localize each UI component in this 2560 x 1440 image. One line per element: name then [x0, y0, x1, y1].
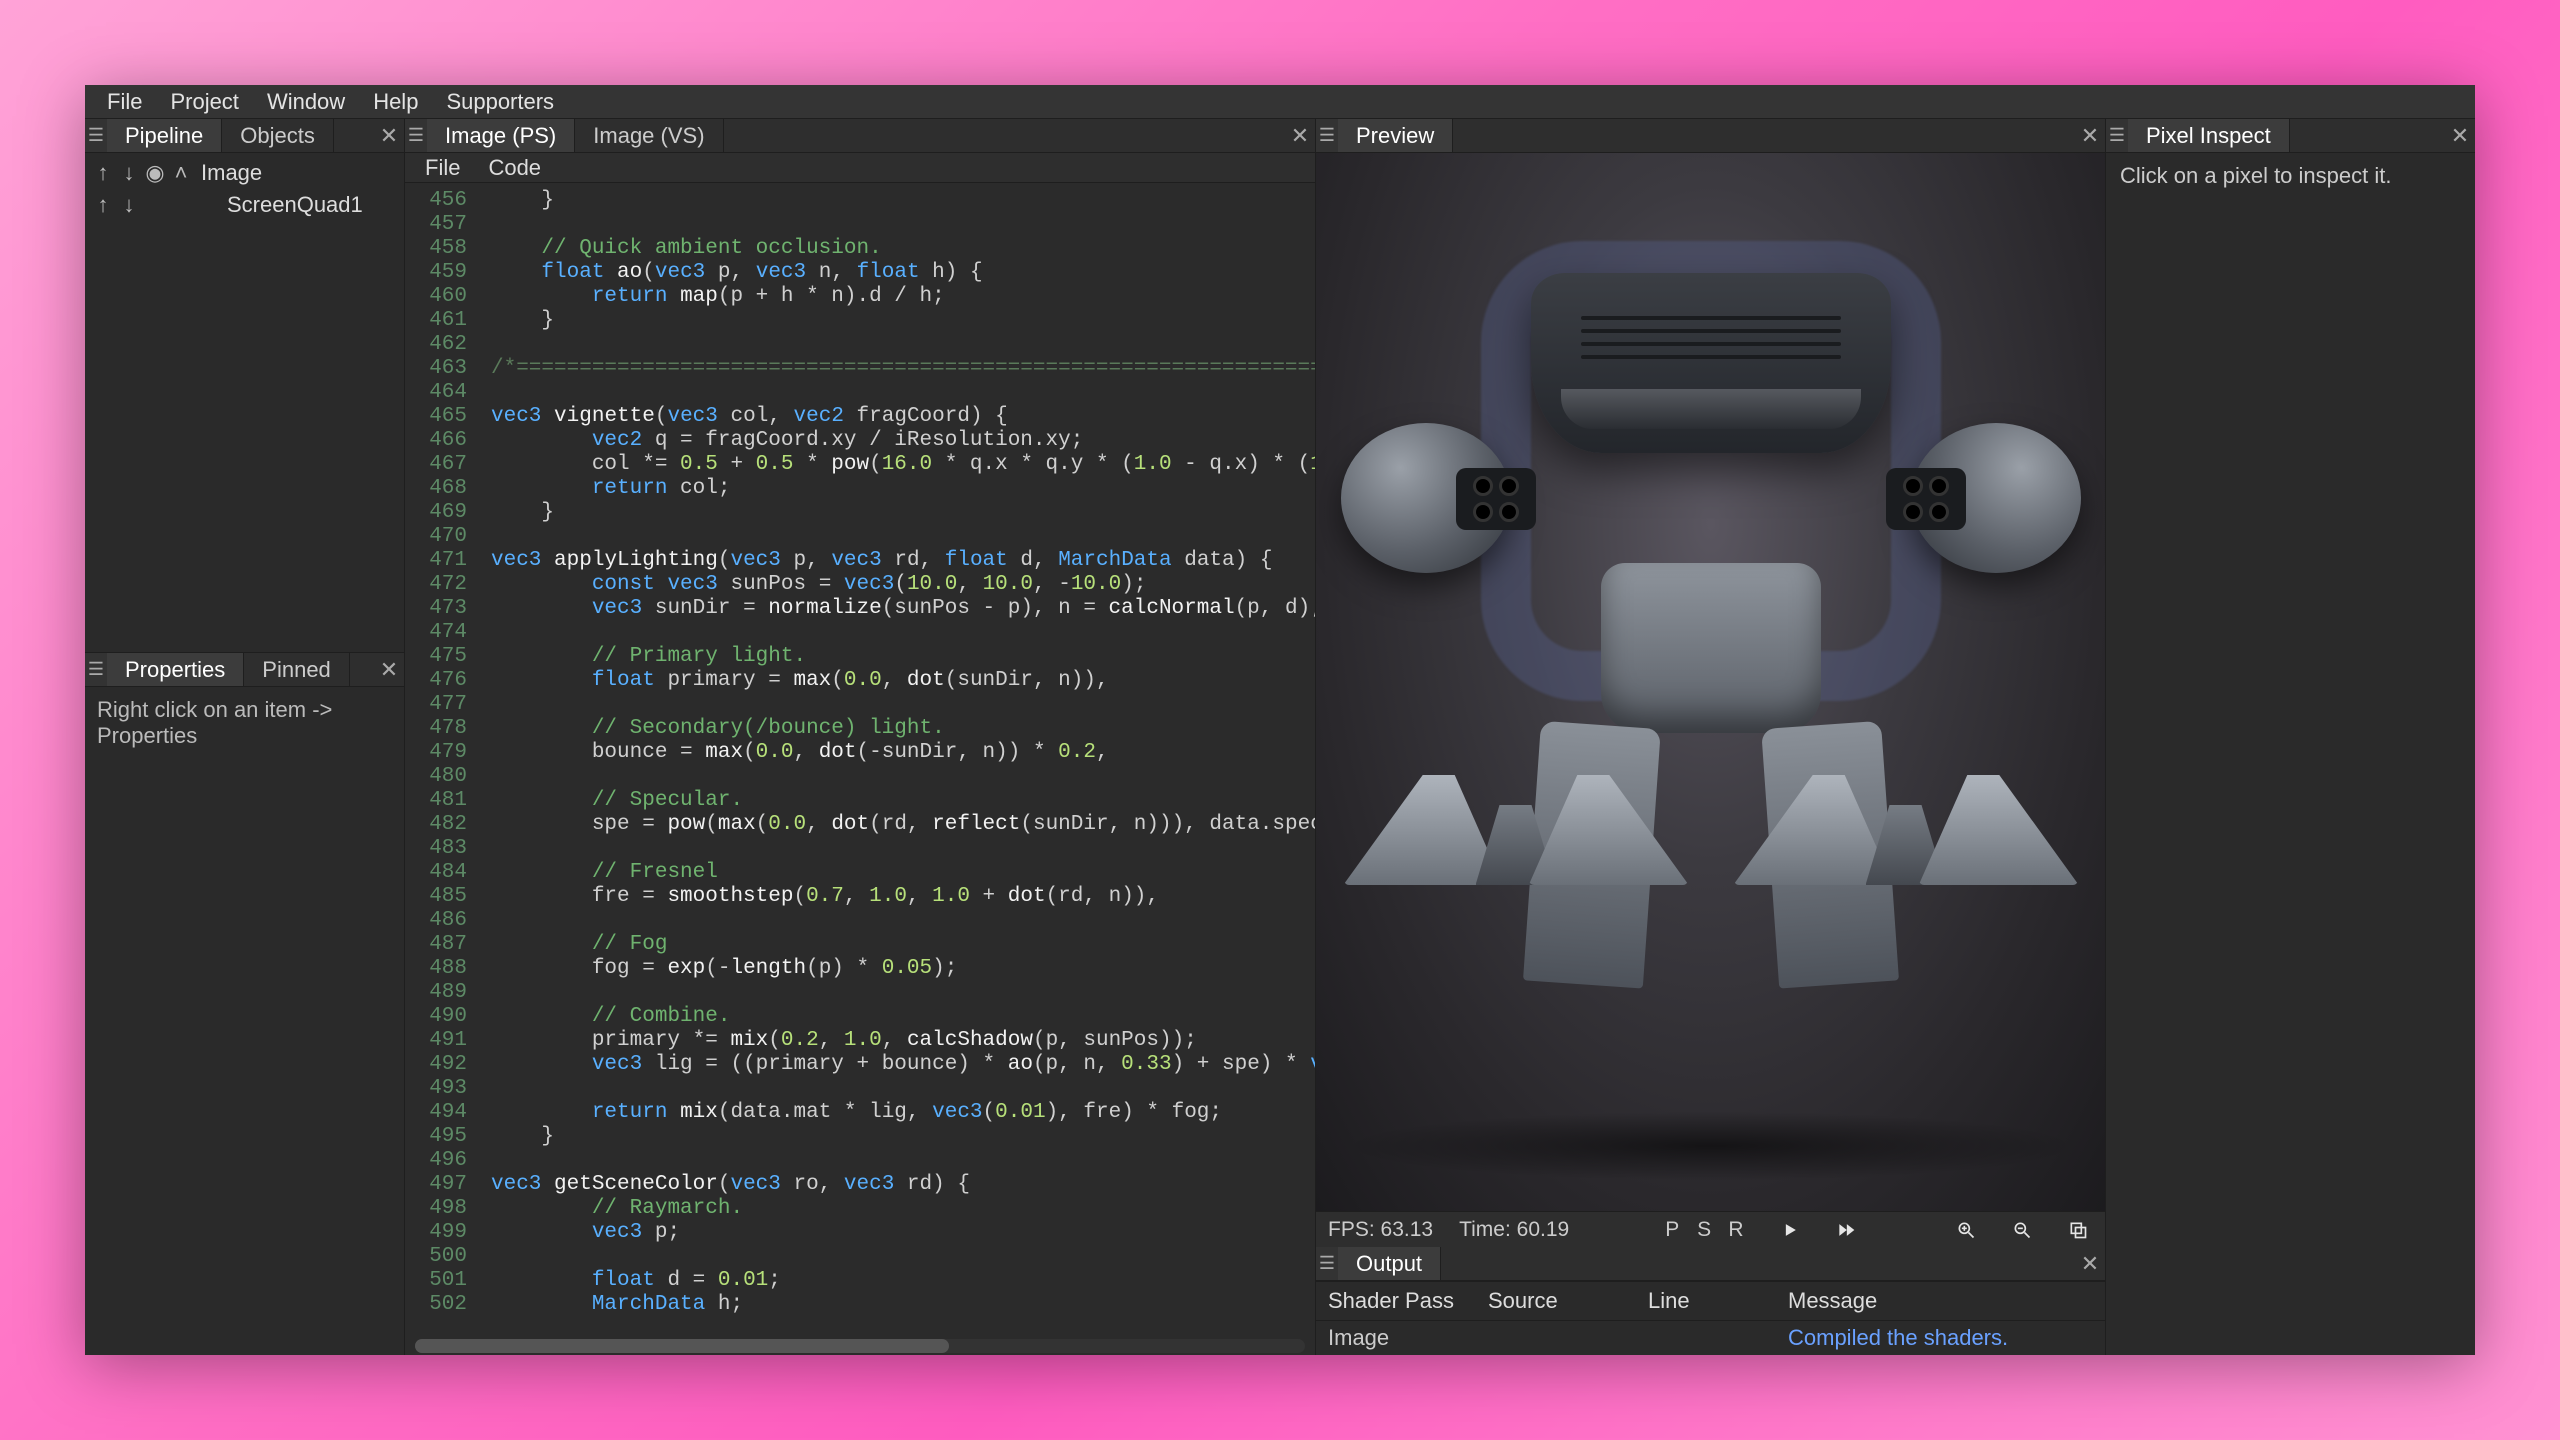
time-readout: Time: 60.19	[1459, 1218, 1569, 1242]
scrollbar-thumb[interactable]	[415, 1339, 949, 1353]
collapse-icon[interactable]: ˄	[171, 160, 191, 186]
right-column: ☰ Preview ✕	[1315, 119, 2105, 1355]
arrow-down-icon[interactable]: ↓	[119, 192, 139, 218]
eye-icon[interactable]: ◉	[145, 160, 165, 186]
dock-handle-icon[interactable]: ☰	[1316, 1247, 1338, 1280]
tab-pixel-inspect[interactable]: Pixel Inspect	[2128, 119, 2290, 152]
cell-source	[1488, 1325, 1648, 1351]
preview-panel: FPS: 63.13 Time: 60.19 P S R	[1316, 153, 2105, 1247]
editor-menu-code[interactable]: Code	[474, 152, 555, 184]
robot-render	[1341, 273, 2081, 885]
col-shader-pass[interactable]: Shader Pass	[1328, 1288, 1488, 1314]
tree-row-screenquad[interactable]: ↑ ↓ ◉ ˄ ScreenQuad1	[85, 189, 404, 221]
tree-row-image[interactable]: ↑ ↓ ◉ ˄ Image	[85, 157, 404, 189]
output-columns: Shader Pass Source Line Message	[1316, 1282, 2105, 1321]
arrow-up-icon[interactable]: ↑	[93, 160, 113, 186]
fps-value: 63.13	[1381, 1218, 1434, 1241]
tab-image-vs[interactable]: Image (VS)	[575, 119, 723, 152]
output-row[interactable]: Image Compiled the shaders.	[1316, 1321, 2105, 1355]
pixel-inspect-panel: Click on a pixel to inspect it.	[2106, 153, 2475, 1355]
preview-status-bar: FPS: 63.13 Time: 60.19 P S R	[1316, 1211, 2105, 1247]
editor-tabs: ☰ Image (PS) Image (VS) ✕	[405, 119, 1315, 153]
fast-forward-icon[interactable]	[1831, 1215, 1861, 1245]
close-icon[interactable]: ✕	[2075, 119, 2105, 152]
editor-column: ☰ Image (PS) Image (VS) ✕ File Code 456 …	[405, 119, 1315, 1355]
cell-line	[1648, 1325, 1788, 1351]
dock-handle-icon[interactable]: ☰	[85, 119, 107, 152]
arrow-down-icon[interactable]: ↓	[119, 160, 139, 186]
tree-label-screenquad: ScreenQuad1	[197, 192, 363, 218]
tab-preview[interactable]: Preview	[1338, 119, 1453, 152]
tree-label-image: Image	[197, 160, 262, 186]
menu-bar: File Project Window Help Supporters	[85, 85, 2475, 119]
main-split: ☰ Pipeline Objects ✕ ↑ ↓ ◉ ˄ Image ↑ ↓ ◉…	[85, 119, 2475, 1355]
menu-help[interactable]: Help	[359, 85, 432, 119]
fps-readout: FPS: 63.13	[1328, 1218, 1433, 1242]
inspect-tabs: ☰ Pixel Inspect ✕	[2106, 119, 2475, 153]
psr-toggles: P S R	[1659, 1218, 1749, 1242]
code-content[interactable]: } // Quick ambient occlusion. float ao(v…	[477, 183, 1315, 1355]
menu-file[interactable]: File	[93, 85, 156, 119]
tab-pinned[interactable]: Pinned	[244, 653, 350, 686]
editor-menu-file[interactable]: File	[411, 152, 474, 184]
dock-handle-icon[interactable]: ☰	[2106, 119, 2128, 152]
dock-handle-icon[interactable]: ☰	[85, 653, 107, 686]
pipeline-tabs: ☰ Pipeline Objects ✕	[85, 119, 404, 153]
toggle-p[interactable]: P	[1659, 1218, 1685, 1242]
properties-tabs: ☰ Properties Pinned ✕	[85, 653, 404, 687]
line-number-gutter: 456 457 458 459 460 461 462 463 464 465 …	[405, 183, 477, 1355]
toggle-s[interactable]: S	[1691, 1218, 1717, 1242]
menu-window[interactable]: Window	[253, 85, 359, 119]
dock-handle-icon[interactable]: ☰	[405, 119, 427, 152]
cell-pass: Image	[1328, 1325, 1488, 1351]
close-icon[interactable]: ✕	[1285, 119, 1315, 152]
floor-shadow	[1341, 1111, 2081, 1181]
fps-label: FPS:	[1328, 1218, 1375, 1241]
preview-viewport[interactable]	[1316, 153, 2105, 1211]
properties-hint: Right click on an item -> Properties	[97, 697, 392, 749]
popout-icon[interactable]	[2063, 1215, 2093, 1245]
close-icon[interactable]: ✕	[374, 653, 404, 686]
menu-supporters[interactable]: Supporters	[432, 85, 568, 119]
play-icon[interactable]	[1775, 1215, 1805, 1245]
horizontal-scrollbar[interactable]	[415, 1339, 1305, 1353]
tab-image-ps[interactable]: Image (PS)	[427, 119, 575, 152]
zoom-in-icon[interactable]	[1951, 1215, 1981, 1245]
tab-properties[interactable]: Properties	[107, 653, 244, 686]
close-icon[interactable]: ✕	[2445, 119, 2475, 152]
time-value: 60.19	[1517, 1218, 1570, 1241]
app-window: File Project Window Help Supporters ☰ Pi…	[85, 85, 2475, 1355]
zoom-out-icon[interactable]	[2007, 1215, 2037, 1245]
pipeline-tree: ↑ ↓ ◉ ˄ Image ↑ ↓ ◉ ˄ ScreenQuad1	[85, 153, 404, 653]
left-column: ☰ Pipeline Objects ✕ ↑ ↓ ◉ ˄ Image ↑ ↓ ◉…	[85, 119, 405, 1355]
output-panel: Shader Pass Source Line Message Image Com…	[1316, 1281, 2105, 1355]
dock-handle-icon[interactable]: ☰	[1316, 119, 1338, 152]
menu-project[interactable]: Project	[156, 85, 252, 119]
tab-objects[interactable]: Objects	[222, 119, 334, 152]
inspect-column: ☰ Pixel Inspect ✕ Click on a pixel to in…	[2105, 119, 2475, 1355]
col-source[interactable]: Source	[1488, 1288, 1648, 1314]
editor-submenu: File Code	[405, 153, 1315, 183]
toggle-r[interactable]: R	[1723, 1218, 1749, 1242]
tab-pipeline[interactable]: Pipeline	[107, 119, 222, 152]
col-message[interactable]: Message	[1788, 1288, 2093, 1314]
cell-message: Compiled the shaders.	[1788, 1325, 2093, 1351]
time-label: Time:	[1459, 1218, 1511, 1241]
properties-panel: Right click on an item -> Properties	[85, 687, 404, 1355]
preview-tabs: ☰ Preview ✕	[1316, 119, 2105, 153]
output-tabs: ☰ Output ✕	[1316, 1247, 2105, 1281]
tab-output[interactable]: Output	[1338, 1247, 1441, 1280]
code-editor[interactable]: 456 457 458 459 460 461 462 463 464 465 …	[405, 183, 1315, 1355]
inspect-hint: Click on a pixel to inspect it.	[2120, 163, 2461, 189]
close-icon[interactable]: ✕	[2075, 1247, 2105, 1280]
col-line[interactable]: Line	[1648, 1288, 1788, 1314]
close-icon[interactable]: ✕	[374, 119, 404, 152]
arrow-up-icon[interactable]: ↑	[93, 192, 113, 218]
